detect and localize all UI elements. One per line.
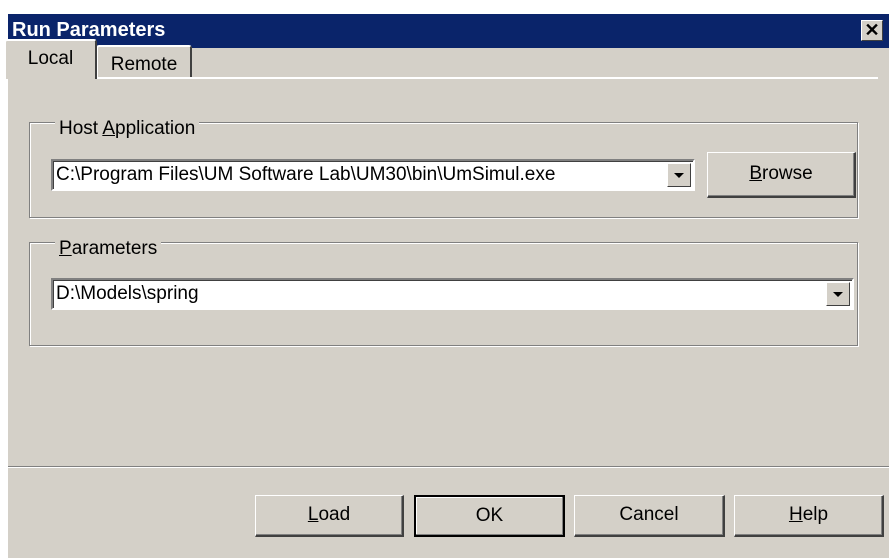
tab-panel-local [2, 77, 878, 453]
close-icon: ✕ [864, 20, 880, 40]
tab-remote[interactable]: Remote [96, 45, 192, 79]
tab-local-label: Local [27, 48, 74, 69]
ok-button[interactable]: OK [414, 495, 565, 537]
help-button[interactable]: Help [734, 495, 884, 537]
button-separator [8, 466, 889, 468]
title-bar[interactable]: Run Parameters ✕ [8, 14, 889, 48]
cancel-button[interactable]: Cancel [574, 495, 725, 537]
close-button[interactable]: ✕ [861, 20, 883, 41]
load-button[interactable]: Load [255, 495, 404, 537]
tab-remote-label: Remote [110, 54, 178, 75]
tab-local[interactable]: Local [4, 39, 97, 79]
